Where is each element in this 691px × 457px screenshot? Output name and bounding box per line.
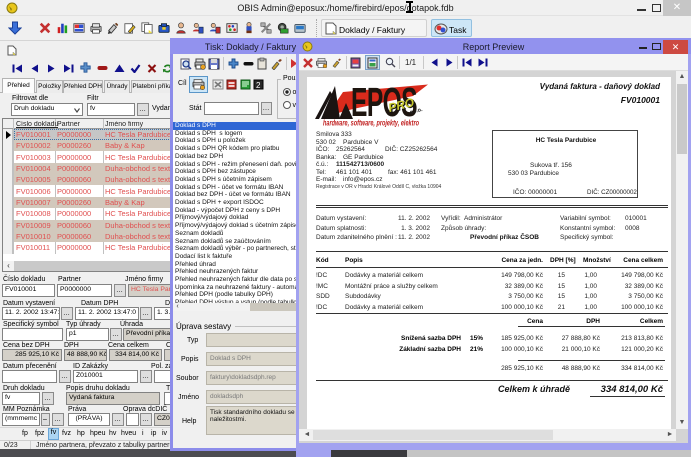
svg-text:2: 2 — [256, 81, 261, 90]
svg-text:hardware, software, projekty,: hardware, software, projekty, elektro — [323, 119, 419, 128]
